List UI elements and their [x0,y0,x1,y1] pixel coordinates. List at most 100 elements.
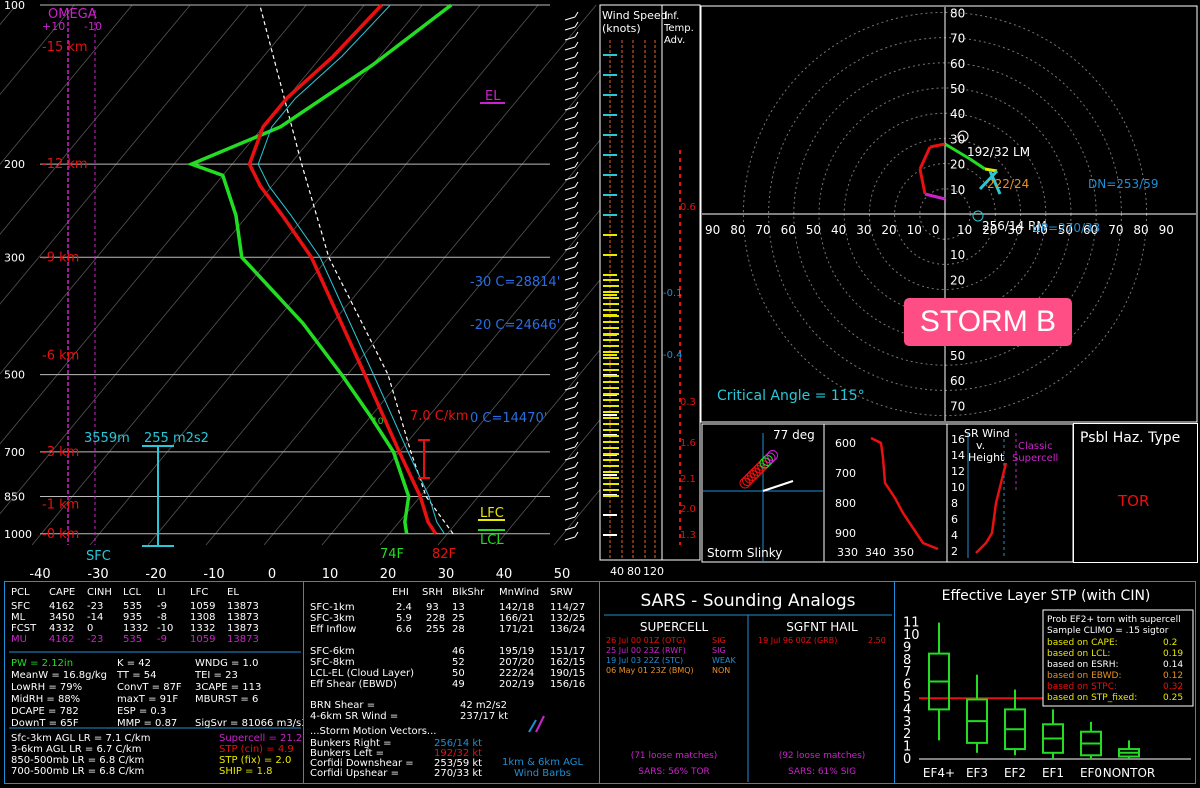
hodo-tick: 70 [1108,223,1123,237]
kin-label: SFC-3km [310,613,355,624]
adv-value: 1.3 [680,530,696,541]
param-c3: MMP = 0.87 [117,718,177,729]
hodo-tick: 20 [881,223,896,237]
wind-barb [564,466,576,471]
pressure-label: 700 [4,446,25,459]
stp-legend-label: based on STP_fixed: [1047,693,1137,703]
hodo-ring-label: 60 [950,374,965,388]
hodo-dn: DN=253/59 [1088,177,1159,191]
wind-barb-flag [574,221,579,228]
kin-cell: 2.4 [396,602,412,613]
srw-y-tick: 16 [951,433,965,446]
wind-barb-flag [574,281,579,288]
hodo-ring-label: 30 [950,132,965,146]
wind-barb [564,126,576,131]
kin-header: SRH [422,587,443,598]
wind-barb [564,516,576,521]
hodo-tick: 80 [1133,223,1148,237]
sfc-label: SFC [86,549,111,564]
stp-panel: Effective Layer STP (with CIN) 0 1 2 3 4 5 6 7 8 9… [894,581,1196,784]
wind-barb-flag [574,71,579,78]
wind-barb-flag [574,501,579,508]
wind-barb [564,356,576,361]
brn-label: BRN Shear = [310,700,375,711]
wind-barb-flag [574,271,579,278]
param-header: EL [227,587,239,598]
stp-legend-label: based on LCL: [1047,649,1110,659]
wind-speed-units: (knots) [602,22,641,35]
adv-value: -0.4 [663,350,683,361]
lfc-label: LFC [480,506,504,521]
composite-param: STP (cin) = 4.9 [219,744,294,755]
kin-label: Eff Inflow [310,624,356,635]
hodo-tick: 40 [831,223,846,237]
kin-header: MnWind [499,587,539,598]
sars-match: 19 Jul 03 22Z (STC) [606,656,683,665]
isotherm-label: -30 C=28814' [470,275,560,290]
wind-barb-flag [574,311,579,318]
stp-category: EF3 [966,766,988,780]
isotherm-label: -20 C=24646' [470,318,560,333]
stp-y-tick: 11 [903,616,920,631]
wind-barb [564,376,576,381]
wind-barb [564,486,576,491]
kinematics-panel: EHI SRH BlkShr MnWind SRW SFC-1km 2.4 93 13 142/1… [303,581,600,784]
hodo-tick: 90 [1159,223,1174,237]
wind-barb [564,316,576,321]
wind-barb-flag [574,321,579,328]
wind-barb-flag [574,401,579,408]
kin-cell: 151/17 [550,646,585,657]
hodo-tick: 0 [932,223,940,237]
hodo-ring-label: 80 [950,6,965,20]
pressure-label: 200 [4,158,25,171]
isotherm-label: 0 C=14470' [470,411,547,426]
wind-barb-flag [574,451,579,458]
lapse-line: 850-500mb LR = 6.8 C/km [11,755,144,766]
param-header: LCL [123,587,142,598]
kin-cell: 25 [452,613,465,624]
param-cell: -9 [157,601,167,612]
param-header: CAPE [49,587,75,598]
vec-value: 270/33 kt [434,768,482,779]
height-label: -6 km [42,348,79,363]
storm-slinky: 77 deg Storm Slinky [701,423,825,563]
sars-hail: SGFNT HAIL [786,620,858,634]
srw-label: 4-6km SR Wind = [310,711,398,722]
hodo-tick: 60 [781,223,796,237]
kin-cell: 50 [452,668,465,679]
wind-barb [564,116,576,121]
kin-cell: 162/15 [550,657,585,668]
srh-value: 255 m2s2 [144,431,209,446]
wind-barb [564,66,576,71]
param-c4: WNDG = 1.0 [195,658,258,669]
kin-label: SFC-8km [310,657,355,668]
lapse-line: Sfc-3km AGL LR = 7.1 C/km [11,733,150,744]
stp-category: EF4+ [923,766,955,780]
hodo-up: UP=270/33 [1032,221,1100,235]
wind-barb [564,456,576,461]
hodo-tick: 10 [907,223,922,237]
wind-barb-flag [574,381,579,388]
mix-label: 10 [372,417,384,427]
stp-category: EF0 [1080,766,1102,780]
wind-barb-flag [574,361,579,368]
param-c3: TT = 54 [116,670,157,681]
kin-cell: 171/21 [499,624,534,635]
ws-tick: 40 [610,565,624,578]
wind-barb [564,296,576,301]
adv-title-1: Inf. [664,11,679,22]
param-c4: MBURST = 6 [195,694,258,705]
sars-hail-size: 2.50 [868,636,886,645]
kin-cell: 52 [452,657,465,668]
param-cell: -8 [157,612,167,623]
wind-barb-flag [574,161,579,168]
kin-label: SFC-1km [310,602,355,613]
wind-barb [564,96,576,101]
stp-legend-value: 0.19 [1163,649,1183,659]
height-label: -9 km [42,250,79,265]
wind-barb [564,366,576,371]
wind-barb-flag [574,351,579,358]
wind-barb-flag [574,291,579,298]
slinky-angle: 77 deg [773,428,815,442]
pressure-label: 500 [4,369,25,382]
